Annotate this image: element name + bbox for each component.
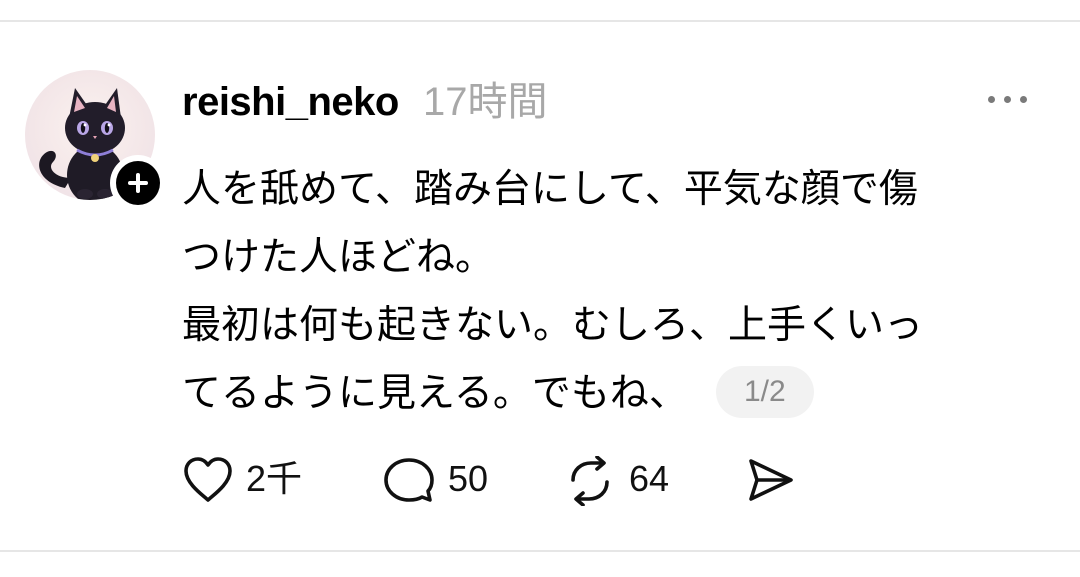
follow-button[interactable] <box>110 155 166 211</box>
post-text-line: つけた人ほどね。 <box>182 235 495 280</box>
reply-button[interactable]: 50 <box>382 450 502 510</box>
bottom-divider <box>0 550 1080 552</box>
post-timestamp: 17時間 <box>423 80 548 124</box>
action-bar: 2千 50 64 <box>0 450 1080 510</box>
like-count: 2千 <box>246 458 303 499</box>
post-text-line-last: てるように見える。でもね、 1/2 <box>182 360 1052 428</box>
post-body: 人を舐めて、踏み台にして、平気な顔で傷 つけた人ほどね。 最初は何も起きない。む… <box>182 156 1052 428</box>
post-card[interactable]: reishi_neko 17時間 人を舐めて、踏み台にして、平気な顔で傷 つけた… <box>0 22 1080 550</box>
page-indicator[interactable]: 1/2 <box>715 365 814 418</box>
speech-bubble-icon <box>384 458 434 502</box>
post-text-line: 人を舐めて、踏み台にして、平気な顔で傷 <box>182 167 918 212</box>
heart-icon <box>184 457 232 502</box>
like-button[interactable]: 2千 <box>182 450 312 510</box>
reply-count: 50 <box>448 458 489 499</box>
repost-button[interactable]: 64 <box>563 450 683 510</box>
repost-icon <box>571 456 609 506</box>
more-options-button[interactable] <box>982 84 1034 114</box>
send-icon <box>749 459 793 501</box>
username[interactable]: reishi_neko <box>182 76 399 128</box>
plus-icon <box>116 161 160 205</box>
repost-count: 64 <box>629 458 670 499</box>
post-text-line: てるように見える。でもね、 <box>182 371 688 416</box>
post-text-line: 最初は何も起きない。むしろ、上手くいっ <box>182 303 924 348</box>
share-button[interactable] <box>745 450 801 510</box>
